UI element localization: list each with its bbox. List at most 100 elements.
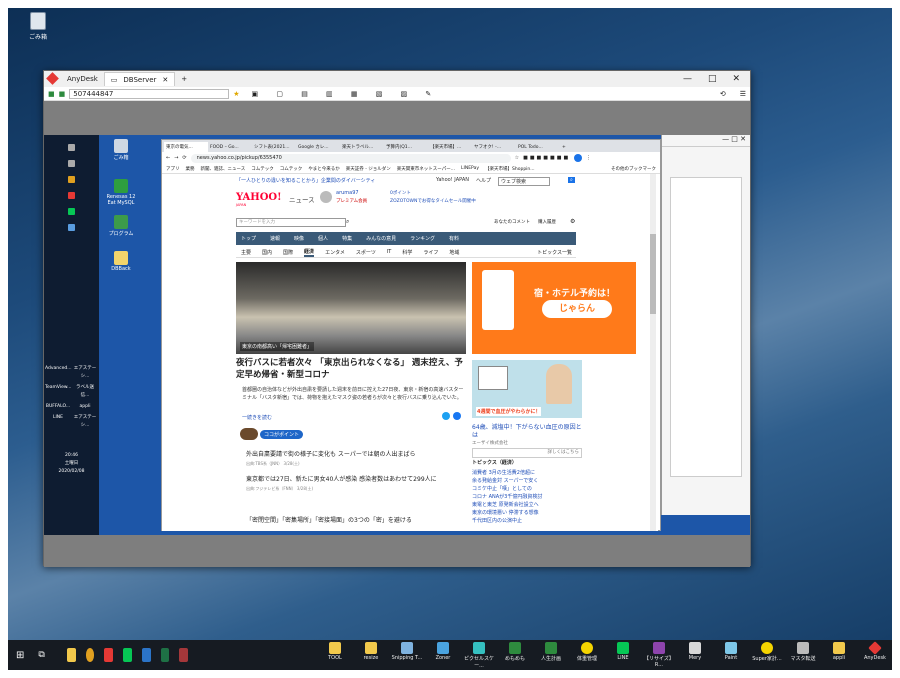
left-icon-1[interactable]: Advanced... [45,365,72,381]
taskbar-app-paint[interactable]: Paint [714,641,748,669]
bookmark-star-icon[interactable]: ☆ [515,155,519,161]
url-input[interactable]: news.yahoo.co.jp/pickup/6355470 [190,153,511,163]
address-input[interactable]: 507444847 [69,88,230,99]
recycle-bin-icon[interactable]: ごみ箱 [16,12,60,41]
scrollbar[interactable] [650,174,656,531]
chrome-tab[interactable]: POL Todo... [516,142,560,152]
bookmark-item[interactable]: その他のブックマーク [611,166,656,172]
star-icon[interactable]: ★ [233,90,239,98]
taskbar-app-tool[interactable]: TOOL [318,641,352,669]
taskbar-app-snipping[interactable]: Snipping T... [390,641,424,669]
line-icon[interactable] [68,208,75,215]
yahoo-logo[interactable]: YAHOO! [236,192,282,203]
windows-start-icon[interactable]: ⊞ [16,650,24,661]
chrome-icon[interactable] [68,176,75,183]
category-item[interactable]: 国際 [283,249,293,256]
taskbar-app-resize-r[interactable]: 【リサイズ】R... [642,641,676,669]
explorer-icon[interactable] [68,224,75,231]
bookmark-item[interactable]: アプリ [166,166,180,172]
twitter-icon[interactable] [442,412,450,420]
bookmark-item[interactable]: 【楽天市場】Shoppin... [485,166,535,172]
left-icon-2[interactable]: エアステーシ... [72,365,98,381]
toolbar-actions[interactable]: ▣ ▢ ▤ ▥ ▦ ▧ ▨ ✎ [252,90,440,98]
chrome-icon[interactable] [85,648,95,662]
nav-item[interactable]: 映像 [294,235,304,242]
buy-history-link[interactable]: 購入履歴 [538,219,556,225]
related-article[interactable]: 外出自粛要請で街の様子に変化も スーパーでは朝の人出まばら 出典:TBS系（JN… [246,450,466,468]
taskbar-app-super-kakeibo[interactable]: Super家計... [750,641,784,669]
line-icon[interactable] [123,648,132,662]
category-item[interactable]: 主要 [241,249,251,256]
taskbar-app-line[interactable]: LINE [606,641,640,669]
chat-icon[interactable]: ■ [59,90,66,98]
bookmark-item[interactable]: 業務 [186,166,195,172]
topic-item[interactable]: 消費者 3月の生活費2倍超に [472,469,582,477]
bookmark-item[interactable]: 楽天関東市ネットスーパー... [397,166,455,172]
topic-item[interactable]: 千代田区内の公演中止 [472,517,582,525]
taskbar-app-appli[interactable]: appli [822,641,856,669]
task-view-icon[interactable] [68,160,75,167]
nav-item[interactable]: 特集 [342,235,352,242]
outlook-icon[interactable] [141,648,151,662]
left-icon-6[interactable]: appli [72,403,98,411]
anydesk-icon[interactable] [68,192,75,199]
continue-link[interactable]: 一続きを読む [242,414,272,421]
bookmark-item[interactable]: やまと今来るか [308,166,340,172]
health-ad-text[interactable]: 64歳、減塩中！下がらない血圧の原因とは エーザイ株式会社 詳しくはこちら [472,424,582,458]
settings-icon[interactable]: ⚙ [570,218,575,225]
topics-list-link[interactable]: トピックス一覧 [537,249,576,256]
ad-more-link[interactable]: 詳しくはこちら [472,448,582,458]
for-you-link[interactable]: あなたのコメント [494,219,530,225]
excel-icon[interactable] [160,648,170,662]
category-item[interactable]: スポーツ [356,249,376,256]
left-icon-3[interactable]: TeamView... [45,384,71,400]
web-search-input[interactable]: ウェブ検索 [498,177,550,186]
remote-clock[interactable]: 20:46 土曜日 2020/02/08 [44,452,99,476]
bookmark-item[interactable]: コムテック [251,166,274,172]
zozo-link[interactable]: ZOZOTOWNでお得なタイムセール開催中 [390,198,476,204]
file-explorer-icon[interactable] [66,648,76,662]
chrome-tab[interactable]: 楽天トラベル... [340,142,384,152]
new-tab-button[interactable]: + [181,75,187,83]
close-button[interactable]: ✕ [732,74,740,84]
remote-renesas[interactable]: Renesas 12 Eat MySQL [106,179,136,206]
category-item[interactable]: エンタメ [325,249,345,256]
window-controls[interactable]: — □ ✕ [662,135,750,147]
chrome-tab[interactable]: シフト表(2021... [252,142,296,152]
user-name[interactable]: aruma97 [336,190,359,196]
top-banner-link[interactable]: 「一人ひとりの違いを知ることから」企業間のダイバーシティ [236,178,375,184]
left-icon-4[interactable]: ラベル送信... [72,384,98,400]
nav-item[interactable]: 個人 [318,235,328,242]
category-item[interactable]: ライフ [423,249,438,256]
nav-item[interactable]: ランキング [410,235,435,242]
taskbar-app-weight[interactable]: 体重管理 [570,641,604,669]
chrome-menu-icon[interactable]: ⋮ [586,155,591,161]
remote-recycle-bin[interactable]: ごみ箱 [106,139,136,161]
reload-icon[interactable]: ⟳ [182,155,186,161]
jalan-ad[interactable]: 宿・ホテル予約は！ じゃらん [472,262,636,354]
chrome-tab[interactable]: 【楽天市場】... [428,142,472,152]
document-area[interactable] [670,177,742,477]
yahoo-japan-link[interactable]: Yahoo! JAPAN [436,177,469,183]
minimize-button[interactable]: — [683,74,692,84]
chrome-tab[interactable]: ヤフオク! -... [472,142,516,152]
taskbar-app-life-plan[interactable]: 人生計画 [534,641,568,669]
menu-icon[interactable]: ☰ [740,90,746,98]
taskbar-app-master-transfer[interactable]: マスタ転送 [786,641,820,669]
headline[interactable]: 夜行バスに若者次々 「東京出られなくなる」 週末控え、予定早め帰省・新型コロナ [236,357,466,381]
bookmark-item[interactable]: LINEPay [461,166,479,171]
help-link[interactable]: ヘルプ [476,177,491,184]
taskbar-app-resize[interactable]: resize [354,641,388,669]
points-link[interactable]: 0ポイント [390,190,411,196]
taskbar-app-anydesk[interactable]: AnyDesk [858,640,892,669]
taskbar-app-mery[interactable]: Mery [678,641,712,669]
bookmark-item[interactable]: 楽天証券 - ジョルダン [346,166,391,172]
facebook-icon[interactable] [453,412,461,420]
nav-item[interactable]: みんなの意見 [366,235,396,242]
nav-item[interactable]: トップ [241,235,256,242]
access-icon[interactable] [179,648,188,662]
nav-item[interactable]: 速報 [270,235,280,242]
keyword-search-input[interactable]: キーワードを入力 [236,218,346,227]
topic-item[interactable]: 東京の環境悪い 停滞する想像 [472,509,582,517]
tab-dbserver[interactable]: ▭ DBServer ✕ [103,72,176,86]
